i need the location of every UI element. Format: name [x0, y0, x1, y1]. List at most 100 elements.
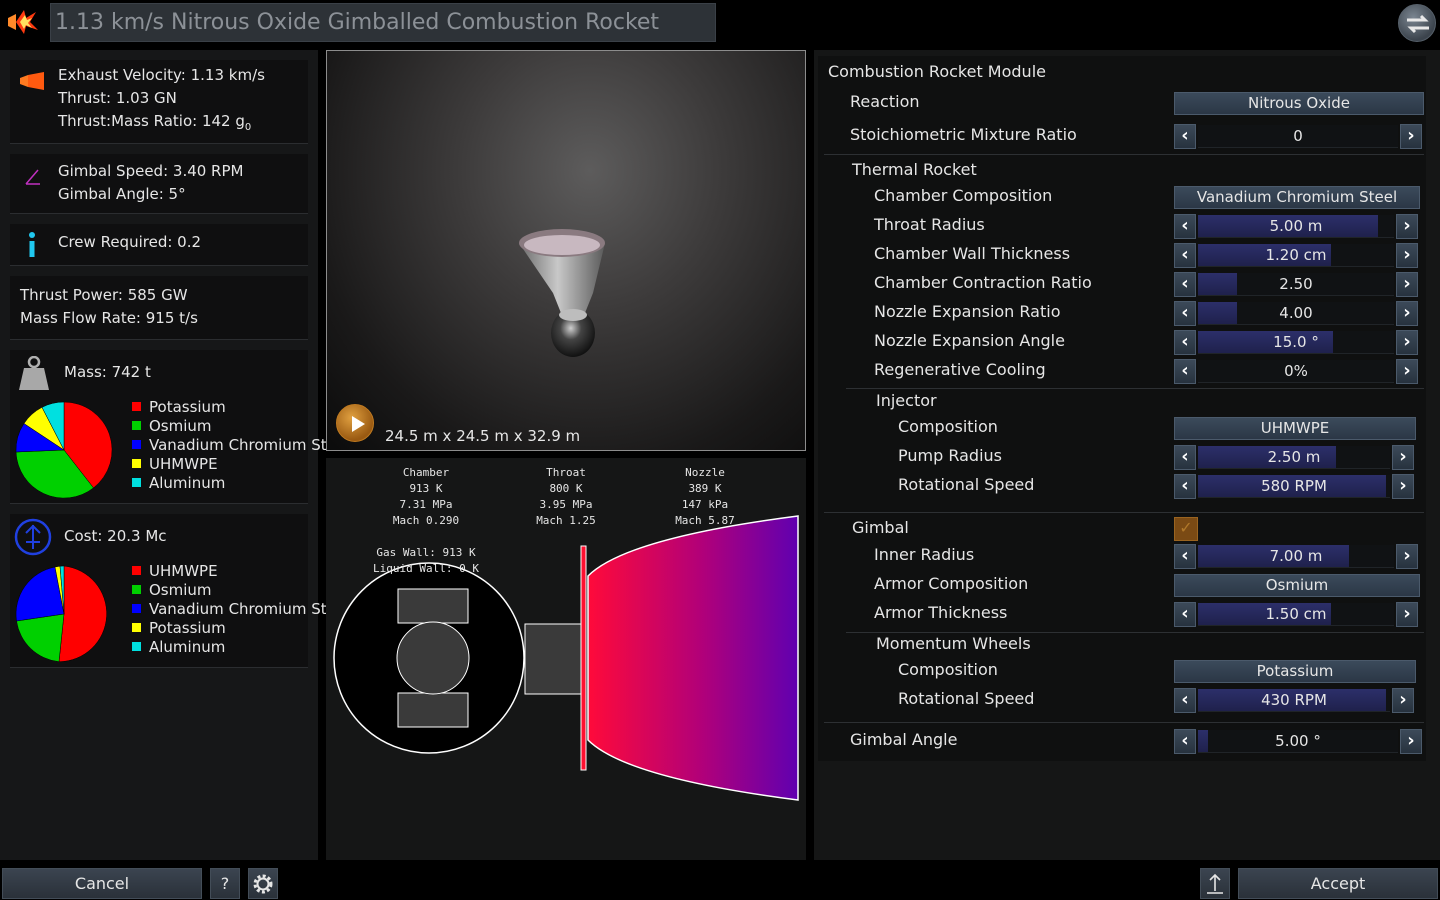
mass-pie-chart	[15, 401, 113, 499]
increase-arrow-icon[interactable]: ›	[1396, 602, 1418, 627]
increase-arrow-icon[interactable]: ›	[1396, 243, 1418, 268]
increase-arrow-icon[interactable]: ›	[1396, 359, 1418, 384]
injector-composition-select[interactable]: UHMWPE	[1174, 417, 1416, 440]
contraction-ratio-slider[interactable]: ‹ 2.50 ›	[1174, 272, 1420, 297]
stoich-value: 0	[1293, 127, 1303, 145]
performance-section: Exhaust Velocity: 1.13 km/s Thrust: 1.03…	[10, 60, 308, 144]
exhaust-velocity: Exhaust Velocity: 1.13 km/s	[58, 66, 265, 84]
armor-thickness-value: 1.50 cm	[1265, 605, 1327, 623]
upload-icon	[1207, 873, 1223, 894]
decrease-arrow-icon[interactable]: ‹	[1174, 243, 1196, 268]
increase-arrow-icon[interactable]: ›	[1396, 330, 1418, 355]
upload-button[interactable]	[1200, 868, 1230, 899]
decrease-arrow-icon[interactable]: ‹	[1174, 214, 1196, 239]
swap-view-button[interactable]	[1398, 4, 1436, 42]
stats-panel: Exhaust Velocity: 1.13 km/s Thrust: 1.03…	[0, 50, 327, 860]
cost-section: Cost: 20.3 Mc UHMWPE Osmium Vanadium Chr…	[10, 514, 327, 668]
3d-preview-viewport[interactable]: 24.5 m x 24.5 m x 32.9 m	[326, 50, 806, 451]
reaction-select[interactable]: Nitrous Oxide	[1174, 92, 1424, 115]
module-title: Combustion Rocket Module	[828, 62, 1046, 81]
chamber-composition-select[interactable]: Vanadium Chromium Steel	[1174, 186, 1420, 209]
decrease-arrow-icon[interactable]: ‹	[1174, 301, 1196, 326]
throat-radius-slider[interactable]: ‹ 5.00 m ›	[1174, 214, 1420, 239]
injector-speed-slider[interactable]: ‹ 580 RPM ›	[1174, 474, 1416, 499]
increase-arrow-icon[interactable]: ›	[1396, 301, 1418, 326]
decrease-arrow-icon[interactable]: ‹	[1174, 688, 1196, 713]
cost-legend-item: UHMWPE	[132, 562, 218, 581]
info-icon	[29, 232, 35, 257]
wheel-composition-select[interactable]: Potassium	[1174, 660, 1416, 683]
decrease-arrow-icon[interactable]: ‹	[1174, 474, 1196, 499]
rocket-model-render	[519, 229, 605, 357]
contraction-ratio-label: Chamber Contraction Ratio	[874, 273, 1092, 292]
regen-cooling-label: Regenerative Cooling	[874, 360, 1046, 379]
chamber-label: Chamber	[403, 466, 450, 479]
expansion-angle-slider[interactable]: ‹ 15.0 ° ›	[1174, 330, 1420, 355]
regen-cooling-slider[interactable]: ‹ 0% ›	[1174, 359, 1420, 384]
title-bar: 1.13 km/s Nitrous Oxide Gimballed Combus…	[0, 0, 1440, 46]
inner-radius-label: Inner Radius	[874, 545, 975, 564]
throat-plate	[580, 545, 587, 771]
expansion-ratio-value: 4.00	[1279, 304, 1313, 322]
liquid-wall-temp: Liquid Wall: 0 K	[373, 562, 479, 575]
thrust: Thrust: 1.03 GN	[58, 89, 177, 107]
exhaust-icon	[20, 72, 44, 90]
throat-pressure: 3.95 MPa	[540, 498, 593, 511]
currency-icon	[14, 518, 52, 556]
decrease-arrow-icon[interactable]: ‹	[1174, 272, 1196, 297]
angle-icon	[25, 169, 40, 185]
help-button[interactable]: ?	[210, 868, 240, 899]
armor-composition-label: Armor Composition	[874, 574, 1029, 593]
inner-radius-slider[interactable]: ‹ 7.00 m ›	[1174, 544, 1420, 569]
increase-arrow-icon[interactable]: ›	[1392, 445, 1414, 470]
decrease-arrow-icon[interactable]: ‹	[1174, 445, 1196, 470]
increase-arrow-icon[interactable]: ›	[1396, 272, 1418, 297]
decrease-arrow-icon[interactable]: ‹	[1174, 729, 1196, 754]
cost-legend-item: Osmium	[132, 581, 212, 600]
cancel-button[interactable]: Cancel	[2, 868, 202, 899]
expansion-ratio-slider[interactable]: ‹ 4.00 ›	[1174, 301, 1420, 326]
throat-shape	[524, 623, 582, 695]
stoich-slider[interactable]: ‹ 0 ›	[1174, 124, 1424, 149]
mass-flow-rate: Mass Flow Rate: 915 t/s	[20, 309, 198, 327]
armor-thickness-slider[interactable]: ‹ 1.50 cm ›	[1174, 602, 1420, 627]
decrease-arrow-icon[interactable]: ‹	[1174, 124, 1196, 149]
design-name-field[interactable]: 1.13 km/s Nitrous Oxide Gimballed Combus…	[50, 3, 716, 42]
armor-composition-select[interactable]: Osmium	[1174, 574, 1420, 597]
increase-arrow-icon[interactable]: ›	[1400, 729, 1422, 754]
thermal-rocket-title: Thermal Rocket	[852, 160, 977, 179]
pump-radius-slider[interactable]: ‹ 2.50 m ›	[1174, 445, 1416, 470]
power-section: Thrust Power: 585 GW Mass Flow Rate: 915…	[10, 276, 308, 340]
gimbal-angle-value: 5.00 °	[1275, 732, 1321, 750]
gimbal-enabled-checkbox[interactable]: ✓	[1174, 517, 1198, 541]
nozzle-pressure: 147 kPa	[682, 498, 728, 511]
cost-legend-item: Vanadium Chromium St	[132, 600, 327, 619]
injector-speed-label: Rotational Speed	[898, 475, 1035, 494]
gimbal-angle-slider[interactable]: ‹ 5.00 ° ›	[1174, 729, 1424, 754]
throat-label: Throat	[546, 466, 586, 479]
model-dimensions: 24.5 m x 24.5 m x 32.9 m	[385, 427, 581, 445]
increase-arrow-icon[interactable]: ›	[1396, 544, 1418, 569]
decrease-arrow-icon[interactable]: ‹	[1174, 602, 1196, 627]
mass-legend-item: Potassium	[132, 398, 226, 417]
decrease-arrow-icon[interactable]: ‹	[1174, 359, 1196, 384]
wheel-speed-slider[interactable]: ‹ 430 RPM ›	[1174, 688, 1416, 713]
injector-composition-label: Composition	[898, 417, 998, 436]
settings-button[interactable]	[248, 868, 278, 899]
decrease-arrow-icon[interactable]: ‹	[1174, 330, 1196, 355]
weight-icon	[19, 356, 49, 390]
mass-legend-item: UHMWPE	[132, 455, 218, 474]
wheel-speed-label: Rotational Speed	[898, 689, 1035, 708]
design-name-text: 1.13 km/s Nitrous Oxide Gimballed Combus…	[55, 10, 660, 35]
throat-mach: Mach 1.25	[536, 514, 596, 527]
play-animation-button[interactable]	[336, 404, 374, 442]
accept-button[interactable]: Accept	[1238, 868, 1438, 899]
injector-shape	[396, 621, 470, 695]
increase-arrow-icon[interactable]: ›	[1392, 688, 1414, 713]
increase-arrow-icon[interactable]: ›	[1400, 124, 1422, 149]
increase-arrow-icon[interactable]: ›	[1396, 214, 1418, 239]
increase-arrow-icon[interactable]: ›	[1392, 474, 1414, 499]
chamber-mach: Mach 0.290	[393, 514, 459, 527]
wall-thickness-slider[interactable]: ‹ 1.20 cm ›	[1174, 243, 1420, 268]
decrease-arrow-icon[interactable]: ‹	[1174, 544, 1196, 569]
